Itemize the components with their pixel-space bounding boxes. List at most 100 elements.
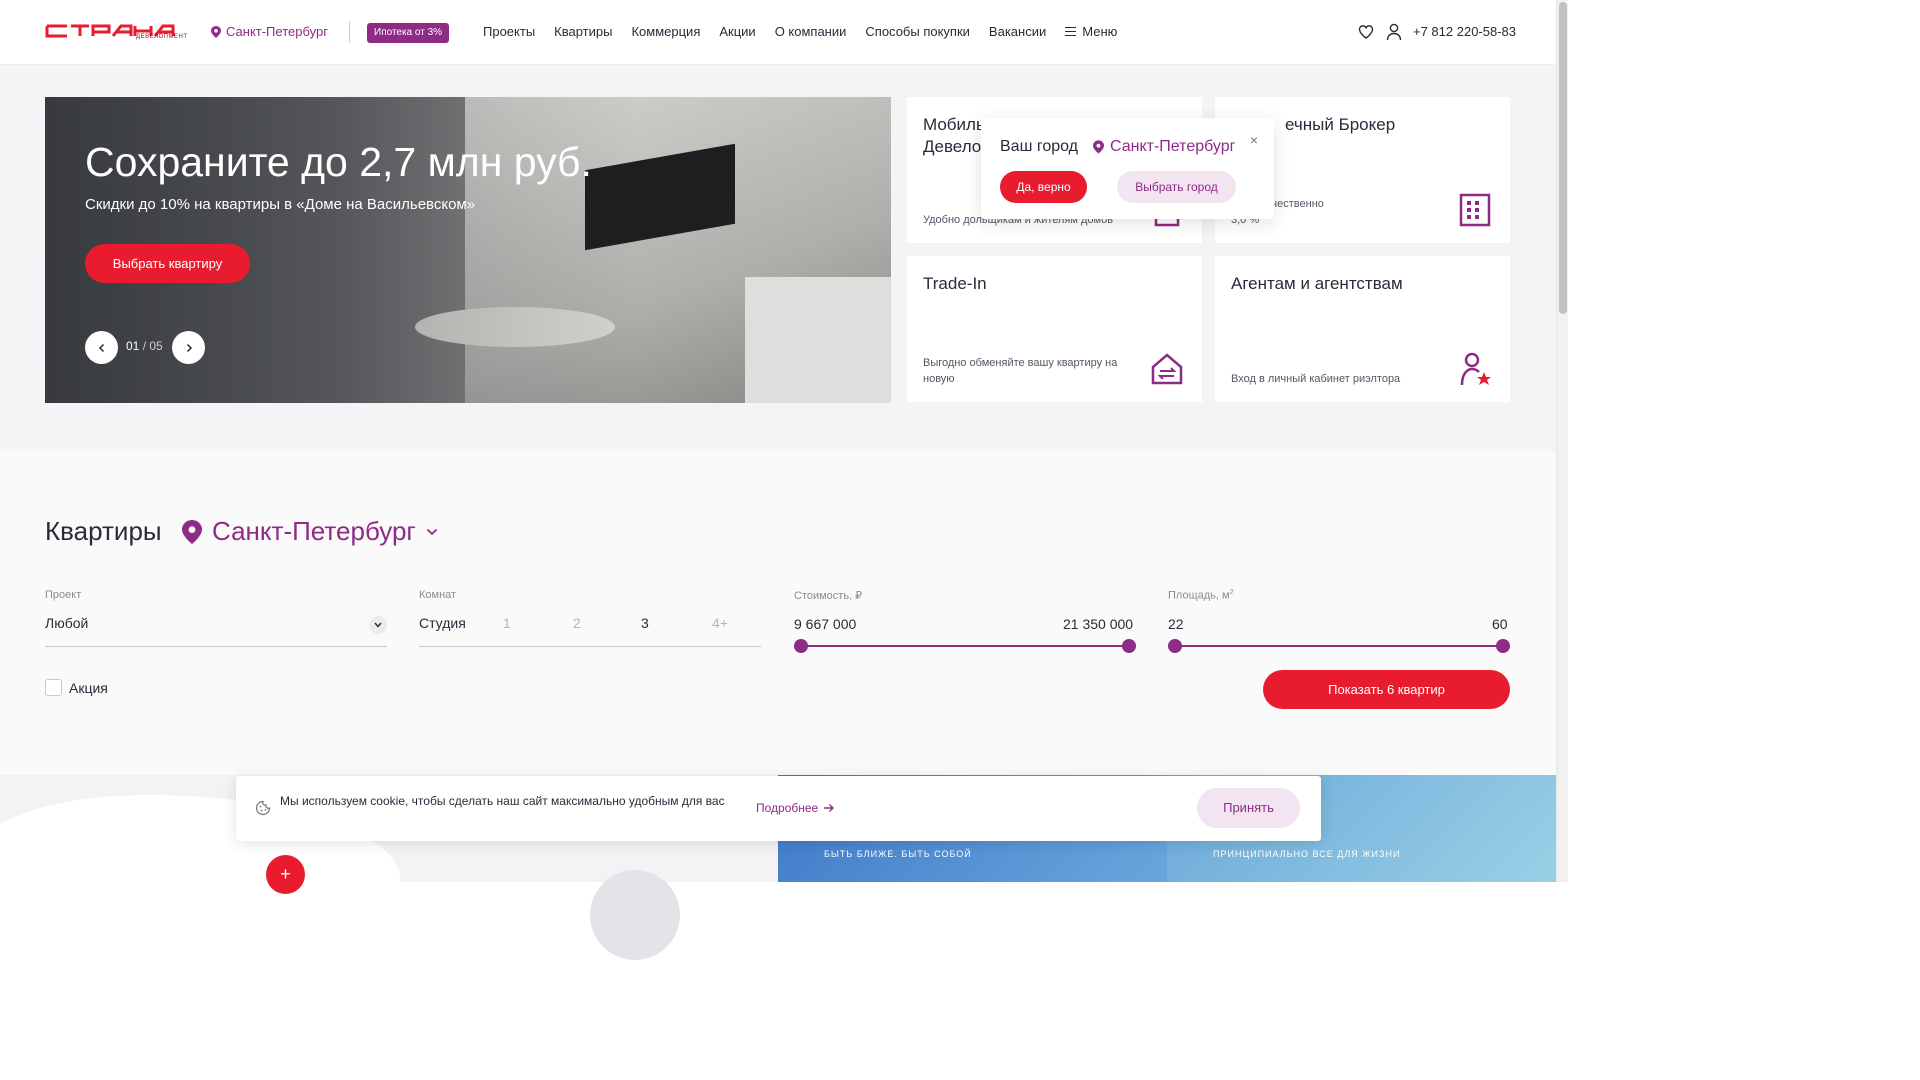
map-marker xyxy=(590,870,680,960)
cookie-accept-button[interactable]: Принять xyxy=(1197,788,1300,828)
area-range-track xyxy=(1175,645,1503,647)
building-icon xyxy=(1459,193,1491,227)
choose-city-button[interactable]: Выбрать город xyxy=(1117,171,1236,203)
house-exchange-icon xyxy=(1151,353,1183,385)
user-icon[interactable] xyxy=(1386,23,1402,41)
mortgage-badge[interactable]: Ипотека от 3% xyxy=(367,23,450,43)
location-pin-icon xyxy=(211,25,221,38)
project-underline xyxy=(45,646,387,647)
arrow-right-icon xyxy=(824,804,835,812)
card-title: Мобиль Девело xyxy=(923,115,985,156)
card-title: Агентам и агентствам xyxy=(1231,274,1403,293)
area-min-value[interactable]: 22 xyxy=(1168,616,1184,632)
scrollbar-thumb[interactable] xyxy=(1559,2,1567,314)
choose-flat-button[interactable]: Выбрать квартиру xyxy=(85,244,250,283)
slider-separator: / xyxy=(139,339,150,353)
menu-label: Меню xyxy=(1082,24,1118,39)
logo-subtitle: ДЕВЕЛОПМЕНТ xyxy=(136,34,188,40)
area-max-value[interactable]: 60 xyxy=(1492,616,1508,632)
cookie-icon xyxy=(255,800,271,816)
project-dropdown-toggle[interactable] xyxy=(369,616,387,634)
checkbox-box[interactable] xyxy=(45,679,62,696)
menu-icon xyxy=(1065,27,1077,36)
chevron-down-icon xyxy=(374,622,382,628)
area-min-handle[interactable] xyxy=(1168,639,1182,653)
nav-item-commerce[interactable]: Коммерция xyxy=(631,24,700,39)
flats-city-selector[interactable]: Санкт-Петербург xyxy=(182,516,438,547)
site-header: ДЕВЕЛОПМЕНТ Санкт-Петербург Ипотека от 3… xyxy=(0,0,1556,65)
nav-item-projects[interactable]: Проекты xyxy=(483,24,535,39)
cookie-banner: Мы используем cookie, чтобы сделать наш … xyxy=(236,776,1321,841)
promo-checkbox[interactable]: Акция xyxy=(45,679,108,696)
card-description: Выгодно обменяйте вашу квартиру на новую xyxy=(923,357,1118,385)
price-label: Стоимость, ₽ xyxy=(794,590,863,602)
hero-subtitle: Скидки до 10% на квартиры в «Доме на Вас… xyxy=(85,196,476,213)
area-label-text: Площадь, м xyxy=(1168,589,1230,602)
map-zoom-in-button[interactable]: + xyxy=(266,855,305,894)
nav-item-purchase-methods[interactable]: Способы покупки xyxy=(865,24,970,39)
cookie-more-label: Подробнее xyxy=(756,801,819,815)
project-select[interactable]: Любой xyxy=(45,615,88,631)
heart-icon[interactable] xyxy=(1358,24,1374,40)
location-pin-icon xyxy=(1093,140,1104,154)
slider-counter: 01 / 05 xyxy=(126,339,163,353)
nav-item-flats[interactable]: Квартиры xyxy=(554,24,612,39)
slider-next-button[interactable] xyxy=(172,331,205,364)
room-option-3[interactable]: 3 xyxy=(641,615,712,631)
chevron-left-icon xyxy=(98,343,104,352)
room-option-2[interactable]: 2 xyxy=(573,615,641,631)
price-max-handle[interactable] xyxy=(1122,639,1136,653)
room-option-4plus[interactable]: 4+ xyxy=(712,615,752,631)
hero-banner[interactable]: Сохраните до 2,7 млн руб. Скидки до 10% … xyxy=(45,97,891,403)
menu-button[interactable]: Меню xyxy=(1065,24,1117,39)
phone-link[interactable]: +7 812 220-58-83 xyxy=(1413,24,1516,39)
card-agents[interactable]: Агентам и агентствам Вход в личный кабин… xyxy=(1215,256,1510,402)
price-min-handle[interactable] xyxy=(794,639,808,653)
room-option-studio[interactable]: Студия xyxy=(419,615,503,631)
hero-title: Сохраните до 2,7 млн руб. xyxy=(85,139,592,185)
card-trade-in[interactable]: Trade-In Выгодно обменяйте вашу квартиру… xyxy=(907,256,1202,402)
scrollbar[interactable] xyxy=(1556,0,1568,882)
card-title: ечный Брокер xyxy=(1285,115,1396,134)
nav-item-about[interactable]: О компании xyxy=(775,24,847,39)
header-city-label: Санкт-Петербург xyxy=(226,24,328,39)
nav-item-vacancies[interactable]: Вакансии xyxy=(989,24,1046,39)
promo-banner-text: ПРИНЦИПИАЛЬНО ВСЕ ДЛЯ ЖИЗНИ xyxy=(1213,849,1401,859)
area-label: Площадь, м2 xyxy=(1168,589,1233,602)
flats-filter-section xyxy=(0,451,1556,775)
price-range-track xyxy=(801,645,1129,647)
project-label: Проект xyxy=(45,589,82,601)
card-description: Вход в личный кабинет риэлтора xyxy=(1231,373,1401,385)
nav-item-promotions[interactable]: Акции xyxy=(719,24,755,39)
rooms-underline xyxy=(419,646,761,647)
card-title: Trade-In xyxy=(923,274,987,293)
promo-banner-text: БЫТЬ БЛИЖЕ. БЫТЬ СОБОЙ xyxy=(824,849,972,859)
chevron-right-icon xyxy=(186,343,192,352)
price-min-value[interactable]: 9 667 000 xyxy=(794,616,856,632)
popup-question: Ваш город xyxy=(1000,138,1079,155)
area-max-handle[interactable] xyxy=(1496,639,1510,653)
confirm-city-button[interactable]: Да, верно xyxy=(1000,171,1087,203)
header-city-selector[interactable]: Санкт-Петербург xyxy=(211,24,328,39)
price-max-value[interactable]: 21 350 000 xyxy=(1063,616,1133,632)
room-option-1[interactable]: 1 xyxy=(503,615,573,631)
main-nav: Проекты Квартиры Коммерция Акции О компа… xyxy=(483,24,1117,39)
cookie-more-link[interactable]: Подробнее xyxy=(756,801,835,815)
agent-star-icon xyxy=(1460,352,1491,386)
rooms-label: Комнат xyxy=(419,589,457,601)
popup-city-label: Санкт-Петербург xyxy=(1110,138,1236,155)
popup-city: Санкт-Петербург xyxy=(1093,138,1235,156)
slider-current: 01 xyxy=(126,339,140,353)
divider xyxy=(349,21,350,43)
city-confirm-popup: Ваш город Санкт-Петербург × Да, верно Вы… xyxy=(981,118,1274,219)
close-icon[interactable]: × xyxy=(1250,132,1258,148)
slider-total: 05 xyxy=(149,339,163,353)
slider-prev-button[interactable] xyxy=(85,331,118,364)
rooms-selector: Студия 1 2 3 4+ xyxy=(419,615,752,631)
location-pin-icon xyxy=(182,519,202,544)
chevron-down-icon xyxy=(426,528,438,535)
flats-city-label: Санкт-Петербург xyxy=(212,516,416,546)
cookie-text: Мы используем cookie, чтобы сделать наш … xyxy=(280,794,725,808)
flats-title: Квартиры xyxy=(45,516,162,546)
show-flats-button[interactable]: Показать 6 квартир xyxy=(1263,670,1510,709)
